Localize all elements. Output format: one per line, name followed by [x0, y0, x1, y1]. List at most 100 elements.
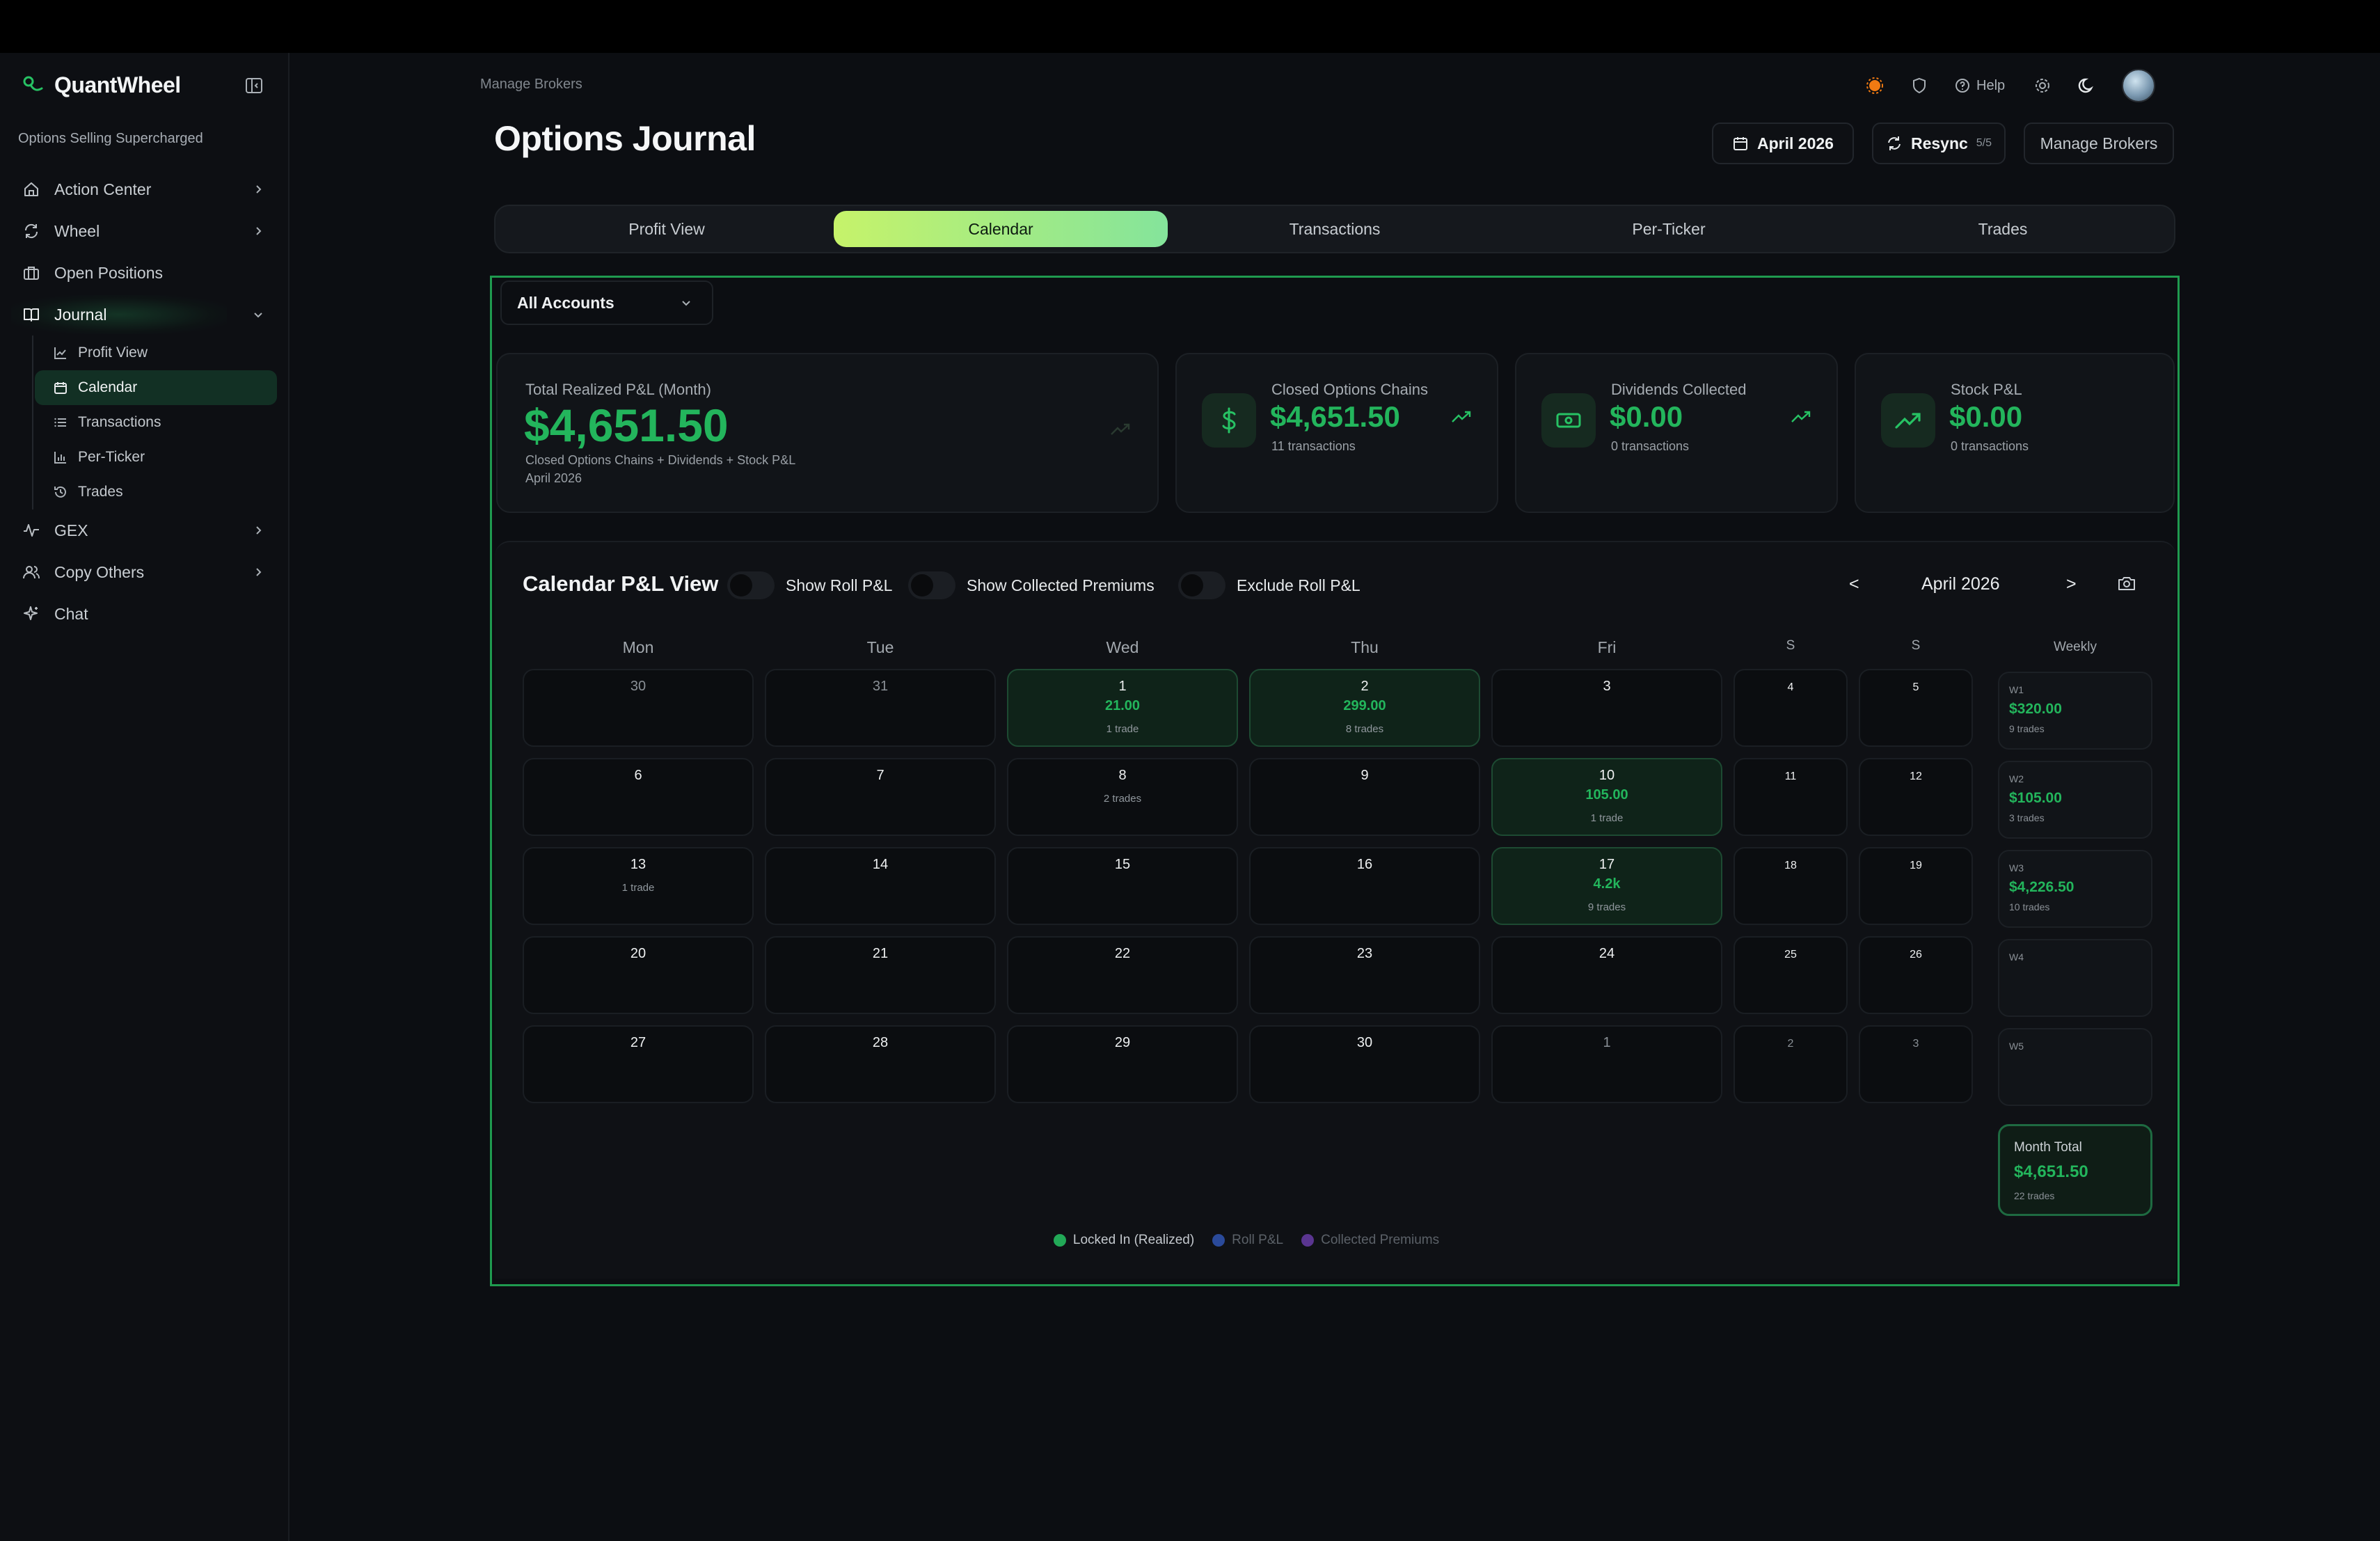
sidebar-subitem-profit-view[interactable]: Profit View: [35, 335, 277, 370]
calendar-day-cell[interactable]: 17 4.2k 9 trades: [1491, 847, 1722, 925]
breadcrumb[interactable]: Manage Brokers: [480, 77, 582, 93]
calendar-day-cell[interactable]: 12: [1859, 758, 1973, 836]
day-number: 15: [1114, 857, 1131, 872]
calendar-day-cell[interactable]: 18: [1734, 847, 1848, 925]
day-number: 12: [1910, 770, 1922, 782]
brand[interactable]: QuantWheel: [21, 72, 181, 98]
day-number: 20: [630, 946, 646, 961]
legend-dot-icon: [1212, 1234, 1225, 1247]
weekly-value: $105.00: [2009, 790, 2062, 806]
subitem-label: Calendar: [78, 379, 138, 395]
calendar-day-cell[interactable]: 20: [523, 936, 754, 1014]
sidebar-item-action-center[interactable]: Action Center: [11, 168, 278, 210]
calendar-day-cell[interactable]: 2 299.00 8 trades: [1249, 669, 1480, 747]
sidebar-item-wheel[interactable]: Wheel: [11, 210, 278, 252]
calendar-day-cell[interactable]: 4: [1734, 669, 1848, 747]
calendar-day-cell[interactable]: 1 21.00 1 trade: [1007, 669, 1238, 747]
sidebar-item-label: GEX: [54, 521, 88, 539]
moon-icon[interactable]: [2077, 76, 2097, 95]
calendar-day-cell[interactable]: 28: [765, 1025, 996, 1103]
calendar-day-cell[interactable]: 27: [523, 1025, 754, 1103]
calendar-day-cell[interactable]: 3: [1491, 669, 1722, 747]
calendar-day-cell[interactable]: 26: [1859, 936, 1973, 1014]
help-button[interactable]: Help: [1954, 77, 2005, 94]
avatar[interactable]: [2122, 69, 2156, 102]
calendar-day-cell[interactable]: 7: [765, 758, 996, 836]
status-sun-icon[interactable]: [1865, 76, 1885, 95]
month-button-label: April 2026: [1757, 134, 1834, 152]
toggle-show-roll-pl[interactable]: Show Roll P&L: [727, 571, 892, 599]
switch[interactable]: [727, 571, 775, 599]
sidebar-item-copy-others[interactable]: Copy Others: [11, 551, 278, 593]
tab-calendar[interactable]: Calendar: [834, 211, 1168, 247]
day-number: 19: [1910, 860, 1922, 871]
day-number: 4: [1787, 681, 1794, 693]
tab-per-ticker[interactable]: Per-Ticker: [1502, 211, 1836, 247]
sidebar-item-gex[interactable]: GEX: [11, 509, 278, 551]
calendar-day-cell[interactable]: 29: [1007, 1025, 1238, 1103]
calendar-day-cell[interactable]: 14: [765, 847, 996, 925]
calendar-day-cell[interactable]: 24: [1491, 936, 1722, 1014]
calendar-pl-view: Calendar P&L View Show Roll P&L Show Col…: [495, 541, 2176, 1279]
calendar-day-cell[interactable]: 1: [1491, 1025, 1722, 1103]
resync-button[interactable]: Resync 5/5: [1872, 123, 2006, 164]
total-period: April 2026: [525, 471, 582, 485]
help-label: Help: [1976, 77, 2006, 93]
calendar-day-cell[interactable]: 2: [1734, 1025, 1848, 1103]
quantwheel-logo-icon: [23, 76, 43, 91]
day-number: 16: [1356, 857, 1373, 872]
refresh-icon: [1887, 136, 1901, 150]
calendar-day-cell[interactable]: 10 105.00 1 trade: [1491, 758, 1722, 836]
calendar-day-cell[interactable]: 31: [765, 669, 996, 747]
calendar-day-cell[interactable]: 3: [1859, 1025, 1973, 1103]
calendar-day-cell[interactable]: 21: [765, 936, 996, 1014]
day-trade-count: 1 trade: [1590, 812, 1624, 824]
gear-icon[interactable]: [2033, 76, 2052, 95]
calendar-day-cell[interactable]: 25: [1734, 936, 1848, 1014]
switch[interactable]: [1178, 571, 1225, 599]
calendar-day-cell[interactable]: 13 1 trade: [523, 847, 754, 925]
sidebar-subitem-per-ticker[interactable]: Per-Ticker: [35, 440, 277, 475]
calendar-day-cell[interactable]: 9: [1249, 758, 1480, 836]
sidebar-nav: Action Center Wheel Open Positions Journ…: [11, 168, 278, 635]
calendar-day-cell[interactable]: 5: [1859, 669, 1973, 747]
trending-up-icon: [1452, 411, 1471, 422]
day-of-week-header: S: [1786, 638, 1795, 653]
sidebar-item-chat[interactable]: Chat: [11, 593, 278, 635]
toggle-exclude-roll-pl[interactable]: Exclude Roll P&L: [1178, 571, 1360, 599]
calendar-day-cell[interactable]: 11: [1734, 758, 1848, 836]
shield-icon[interactable]: [1910, 76, 1929, 95]
calendar-day-cell[interactable]: 30: [523, 669, 754, 747]
month-picker-button[interactable]: April 2026: [1712, 123, 1854, 164]
calendar-day-cell[interactable]: 30: [1249, 1025, 1480, 1103]
sidebar-subitem-calendar[interactable]: Calendar: [35, 370, 277, 405]
calendar-day-cell[interactable]: 6: [523, 758, 754, 836]
weekly-label: W4: [2009, 951, 2024, 963]
dollar-icon-badge: [1202, 393, 1256, 448]
manage-brokers-button[interactable]: Manage Brokers: [2024, 123, 2174, 164]
next-month-button[interactable]: >: [2066, 574, 2077, 594]
calendar-day-cell[interactable]: 15: [1007, 847, 1238, 925]
account-select[interactable]: All Accounts: [500, 280, 713, 325]
calendar-day-cell[interactable]: 22: [1007, 936, 1238, 1014]
month-total-label: Month Total: [2014, 1140, 2082, 1155]
day-number: 1: [1118, 679, 1127, 694]
camera-icon[interactable]: [2116, 573, 2137, 594]
toggle-label: Show Roll P&L: [786, 576, 893, 594]
tab-transactions[interactable]: Transactions: [1168, 211, 1502, 247]
tab-profit-view[interactable]: Profit View: [500, 211, 834, 247]
calendar-day-cell[interactable]: 16: [1249, 847, 1480, 925]
sidebar-subitem-transactions[interactable]: Transactions: [35, 405, 277, 440]
switch[interactable]: [908, 571, 955, 599]
toggle-show-collected-premiums[interactable]: Show Collected Premiums: [908, 571, 1155, 599]
sidebar-toggle-icon[interactable]: [244, 75, 264, 96]
prev-month-button[interactable]: <: [1849, 574, 1859, 594]
calendar-day-cell[interactable]: 8 2 trades: [1007, 758, 1238, 836]
sidebar-subitem-trades[interactable]: Trades: [35, 475, 277, 509]
toggle-label: Show Collected Premiums: [967, 576, 1155, 594]
calendar-day-cell[interactable]: 23: [1249, 936, 1480, 1014]
sidebar-item-open-positions[interactable]: Open Positions: [11, 252, 278, 294]
tab-trades[interactable]: Trades: [1836, 211, 2170, 247]
calendar-day-cell[interactable]: 19: [1859, 847, 1973, 925]
sidebar-item-journal[interactable]: Journal: [11, 294, 278, 335]
